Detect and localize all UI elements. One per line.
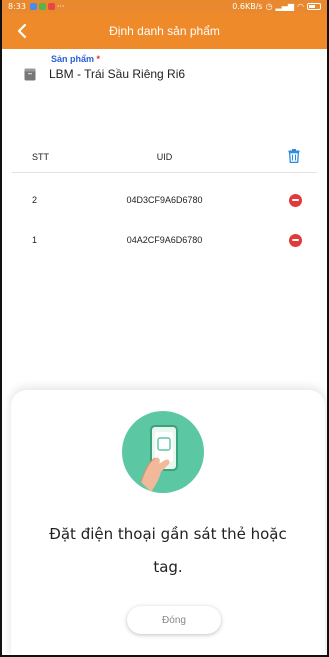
row-uid: 04A2CF9A6D6780 (126, 235, 203, 245)
remove-row-button[interactable] (289, 193, 302, 207)
remove-row-button[interactable] (289, 233, 302, 247)
battery-icon (307, 3, 321, 10)
table-header: STT UID (2, 142, 327, 172)
chevron-left-icon (17, 23, 27, 39)
app-screen: 8:33 ··· 0.6KB/s ◷ ▂▄▆ ◠ Định danh sản p… (0, 0, 329, 657)
status-icons: 0.6KB/s ◷ ▂▄▆ ◠ (232, 2, 321, 11)
nfc-scan-sheet: Đặt điện thoại gần sát thẻ hoặc tag. Đón… (11, 390, 325, 655)
product-value: LBM - Trái Sầu Riêng Ri6 (49, 67, 186, 81)
nfc-instruction-line-1: Đặt điện thoại gần sát thẻ hoặc (49, 525, 287, 543)
notification-icon (47, 3, 55, 10)
notification-icon (29, 3, 37, 10)
back-button[interactable] (2, 13, 42, 49)
trash-icon (288, 149, 300, 164)
product-label: Sản phẩm * (51, 54, 315, 64)
table-row: 1 04A2CF9A6D6780 (2, 224, 327, 256)
column-uid: UID (156, 152, 173, 162)
alarm-icon: ◷ (265, 2, 273, 11)
close-button[interactable]: Đóng (127, 606, 221, 634)
table-row: 2 04D3CF9A6D6780 (2, 184, 327, 216)
notification-icon (38, 3, 46, 10)
app-header: Định danh sản phẩm (2, 13, 327, 49)
status-time: 8:33 (8, 2, 26, 11)
page-title: Định danh sản phẩm (109, 24, 220, 38)
network-speed: 0.6KB/s (232, 2, 263, 11)
product-row: LBM - Trái Sầu Riêng Ri6 (24, 67, 315, 81)
signal-icon: ▂▄▆ (275, 2, 295, 11)
nfc-instruction: Đặt điện thoại gần sát thẻ hoặc tag. (11, 518, 325, 584)
delete-all-button[interactable] (288, 149, 300, 165)
row-uid: 04D3CF9A6D6780 (126, 195, 203, 205)
divider (12, 172, 317, 173)
product-field[interactable]: Sản phẩm * LBM - Trái Sầu Riêng Ri6 (24, 54, 315, 81)
more-notifications-icon: ··· (56, 2, 65, 11)
phone-nfc-illustration (122, 411, 204, 493)
wifi-icon: ◠ (297, 2, 304, 11)
product-label-text: Sản phẩm (51, 54, 95, 64)
required-mark: * (96, 54, 101, 64)
product-box-icon (24, 68, 36, 80)
status-bar: 8:33 ··· 0.6KB/s ◷ ▂▄▆ ◠ (2, 0, 327, 13)
nfc-instruction-line-2: tag. (153, 558, 183, 576)
